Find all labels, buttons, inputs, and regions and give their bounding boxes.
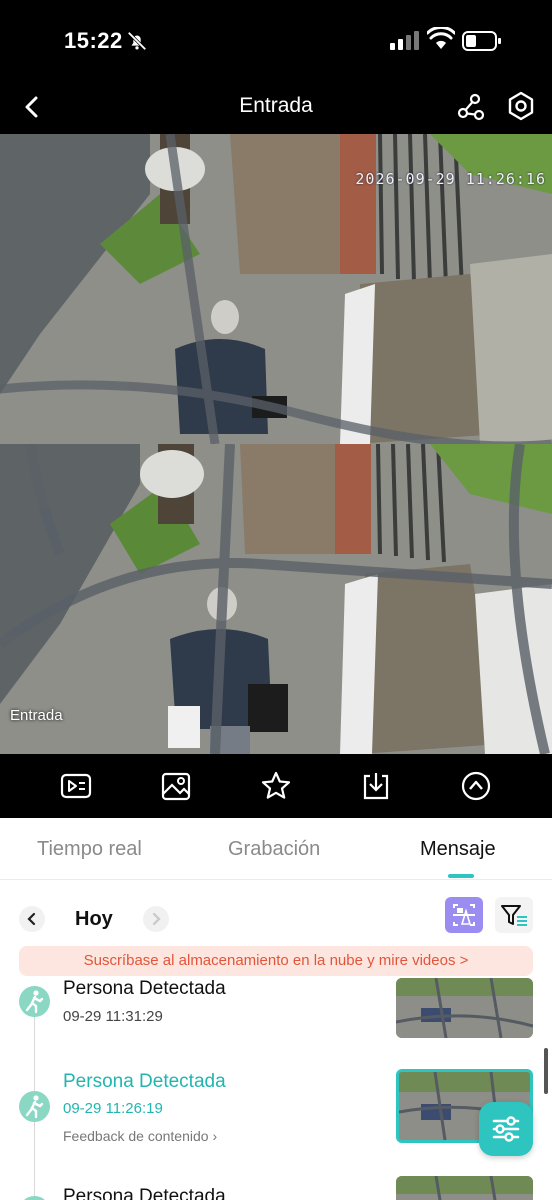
status-bar: 15:22: [0, 0, 552, 82]
filter-button[interactable]: [495, 897, 533, 933]
event-thumbnail[interactable]: [396, 978, 533, 1038]
share-icon[interactable]: [456, 92, 486, 122]
cloud-storage-banner[interactable]: Suscríbase al almacenamiento en la nube …: [19, 946, 533, 976]
event-thumbnail[interactable]: [396, 1176, 533, 1200]
signal-icon: [390, 31, 419, 50]
event-title: Persona Detectada: [63, 978, 226, 999]
current-date: Hoy: [75, 908, 113, 930]
bell-off-icon: [127, 31, 147, 51]
event-time: 09-29 11:31:29: [63, 1008, 163, 1025]
event-list: Persona Detectada 09-29 11:31:29 Persona…: [0, 976, 552, 1200]
download-icon[interactable]: [360, 770, 392, 802]
ai-search-button[interactable]: [445, 897, 483, 933]
date-navigator: Hoy: [0, 880, 552, 946]
camera-scene-bottom: [0, 444, 552, 754]
adjust-sliders-icon: [492, 1116, 520, 1142]
snapshot-icon[interactable]: [160, 770, 192, 802]
status-time: 15:22: [64, 28, 123, 53]
person-walking-icon: [19, 1091, 50, 1122]
player-controls: [0, 754, 552, 818]
tab-recording[interactable]: Grabación: [228, 838, 320, 861]
filter-icon: [501, 905, 527, 926]
event-time: 09-29 11:26:19: [63, 1100, 163, 1117]
camera-feed-zoom[interactable]: Entrada: [0, 444, 552, 754]
tab-live[interactable]: Tiempo real: [37, 838, 142, 861]
camera-label: Entrada: [10, 707, 63, 724]
adjust-settings-button[interactable]: [479, 1102, 533, 1156]
playback-icon[interactable]: [60, 770, 92, 802]
nav-bar: Entrada: [0, 82, 552, 134]
event-title: Persona Detectada: [63, 1071, 226, 1092]
chevron-left-icon: [27, 912, 36, 926]
chevron-right-icon: [152, 912, 161, 926]
feedback-label: Feedback de contenido: [63, 1128, 209, 1144]
person-walking-icon: [19, 986, 50, 1017]
event-title: Persona Detectada: [63, 1186, 226, 1200]
next-day-button[interactable]: [143, 906, 169, 932]
tab-messages[interactable]: Mensaje: [420, 838, 496, 861]
settings-icon[interactable]: [505, 90, 537, 122]
collapse-up-icon[interactable]: [460, 770, 492, 802]
favorite-star-icon[interactable]: [260, 770, 292, 802]
wifi-icon: [427, 27, 455, 49]
scrollbar[interactable]: [544, 1048, 548, 1094]
active-tab-indicator: [448, 874, 474, 878]
battery-icon: [462, 31, 501, 51]
content-feedback-link[interactable]: Feedback de contenido ›: [63, 1128, 217, 1144]
ai-search-icon: [453, 904, 475, 926]
person-walking-icon: [19, 1196, 50, 1200]
previous-day-button[interactable]: [19, 906, 45, 932]
camera-feed-wide[interactable]: 2026-09-29 11:26:16: [0, 134, 552, 444]
tab-bar: Tiempo real Grabación Mensaje: [0, 818, 552, 880]
video-timestamp: 2026-09-29 11:26:16: [355, 170, 546, 188]
